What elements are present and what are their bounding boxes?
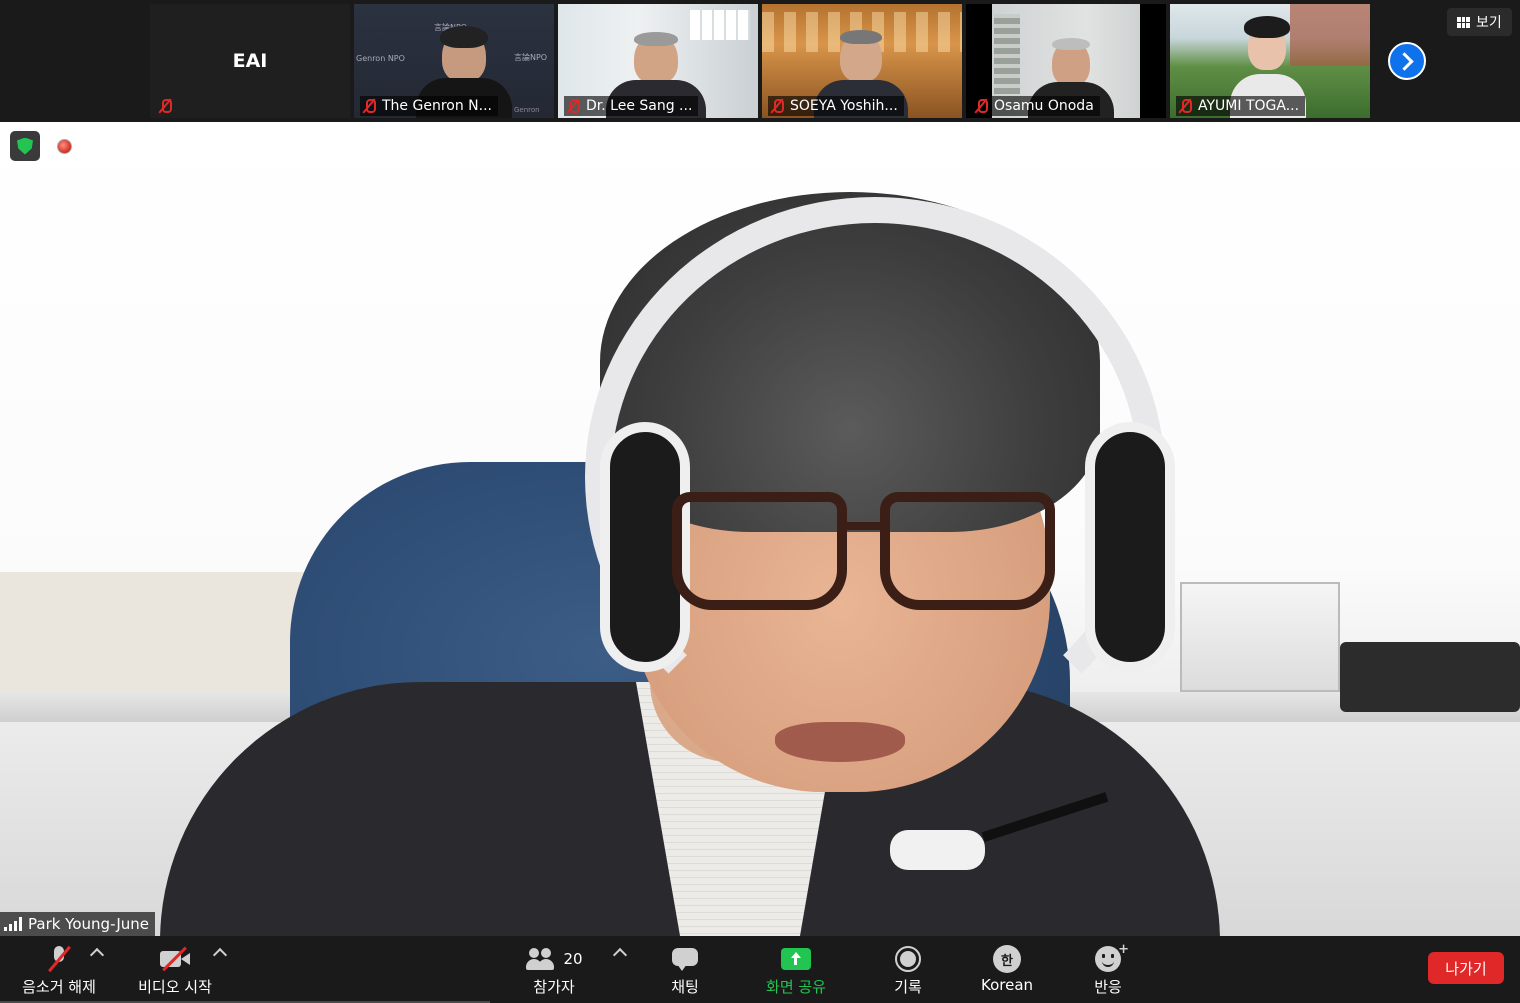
backdrop-sign: 言論NPO (514, 53, 548, 62)
participants-label: 참가자 (533, 978, 575, 996)
mic-muted-icon (362, 98, 376, 114)
view-button[interactable]: 보기 (1447, 8, 1512, 36)
grid-view-icon (1457, 16, 1470, 28)
start-video-label: 비디오 시작 (138, 978, 212, 996)
signal-strength-icon (4, 917, 22, 931)
record-label: 기록 (894, 978, 922, 996)
active-speaker-video (0, 122, 1520, 936)
tile-label: AYUMI TOGA... (1176, 96, 1306, 116)
language-label: Korean (980, 976, 1034, 994)
chat-label: 채팅 (671, 978, 699, 996)
participant-hair (440, 26, 488, 48)
headset-right-earcup (1085, 422, 1175, 672)
chat-bubble-icon (671, 946, 699, 972)
participant-name: AYUMI TOGA... (1198, 98, 1300, 114)
reactions-button[interactable]: + 반응 (1078, 936, 1138, 1003)
share-screen-button[interactable]: 화면 공유 (755, 936, 837, 1003)
gallery-tile-genron[interactable]: 言論NPO Genron NPO 言論NPO Genron The Genron… (354, 4, 554, 118)
mic-muted-icon (974, 98, 988, 114)
glasses-right-lens (880, 492, 1055, 610)
share-screen-icon (781, 948, 811, 970)
backdrop-sign: Genron NPO (356, 54, 405, 63)
gallery-strip: EAI 言論NPO Genron NPO 言論NPO Genron The Ge… (0, 0, 1520, 122)
mic-muted-icon (1178, 98, 1192, 114)
backdrop-sign: Genron (514, 106, 540, 114)
record-icon (895, 946, 921, 972)
gallery-tile-lee[interactable]: Dr. Lee Sang ... (558, 4, 758, 118)
speaker-name: Park Young-June (28, 915, 149, 933)
unmute-label: 음소거 해제 (22, 978, 96, 996)
gallery-tile-ayumi[interactable]: AYUMI TOGA... (1170, 4, 1370, 118)
microphone-muted-icon (46, 945, 72, 973)
camera-off-icon (159, 946, 191, 972)
language-interpretation-button[interactable]: 한 Korean (975, 936, 1039, 1003)
meeting-toolbar: 음소거 해제 비디오 시작 20 참가자 채팅 화면 공유 기록 한 Korea… (0, 936, 1520, 1003)
recording-indicator-icon (57, 139, 72, 154)
participant-hair (1244, 16, 1290, 38)
gallery-tile-soeya[interactable]: SOEYA Yoshih... (762, 4, 962, 118)
shelf-background (994, 14, 1020, 94)
leave-meeting-button[interactable]: 나가기 (1428, 952, 1504, 984)
background-photo-frame (1180, 582, 1340, 692)
ceiling-light (690, 10, 750, 40)
mic-muted-icon (158, 98, 172, 114)
tile-label: Osamu Onoda (972, 96, 1100, 116)
participants-button[interactable]: 20 참가자 (518, 936, 590, 1003)
participants-count: 20 (563, 950, 583, 968)
view-label: 보기 (1476, 15, 1502, 31)
reactions-label: 반응 (1094, 978, 1122, 996)
tile-label (156, 96, 178, 116)
chat-button[interactable]: 채팅 (655, 936, 715, 1003)
language-icon: 한 (993, 945, 1021, 973)
participant-name: Osamu Onoda (994, 98, 1094, 114)
record-button[interactable]: 기록 (878, 936, 938, 1003)
participant-name: SOEYA Yoshih... (790, 98, 898, 114)
share-screen-label: 화면 공유 (766, 978, 826, 996)
gallery-tile-onoda[interactable]: Osamu Onoda (966, 4, 1166, 118)
tile-label: The Genron N... (360, 96, 498, 116)
start-video-button[interactable]: 비디오 시작 (130, 936, 220, 1003)
participant-hair (634, 32, 678, 46)
unmute-button[interactable]: 음소거 해제 (14, 936, 104, 1003)
participants-icon (525, 947, 557, 971)
glasses-bridge (845, 522, 885, 530)
speaker-name-label: Park Young-June (0, 912, 155, 936)
participant-name: The Genron N... (382, 98, 492, 114)
avatar-name: EAI (232, 50, 268, 72)
building-background (1290, 4, 1370, 66)
gallery-tile-eai[interactable]: EAI (150, 4, 350, 118)
tile-label: SOEYA Yoshih... (768, 96, 904, 116)
tile-label: Dr. Lee Sang ... (564, 96, 699, 116)
glasses-left-lens (672, 492, 847, 610)
mic-muted-icon (770, 98, 784, 114)
speaker-mouth (775, 722, 905, 762)
mic-muted-icon (566, 98, 580, 114)
security-shield-icon[interactable] (10, 131, 40, 161)
participants-options-chevron-icon[interactable] (612, 947, 628, 963)
smiley-icon: + (1095, 942, 1129, 972)
next-page-button[interactable] (1388, 42, 1426, 80)
participant-name: Dr. Lee Sang ... (586, 98, 693, 114)
headset-mic (890, 830, 985, 870)
participant-hair (840, 30, 882, 44)
participant-hair (1052, 38, 1090, 50)
background-desk-box (1340, 642, 1520, 712)
